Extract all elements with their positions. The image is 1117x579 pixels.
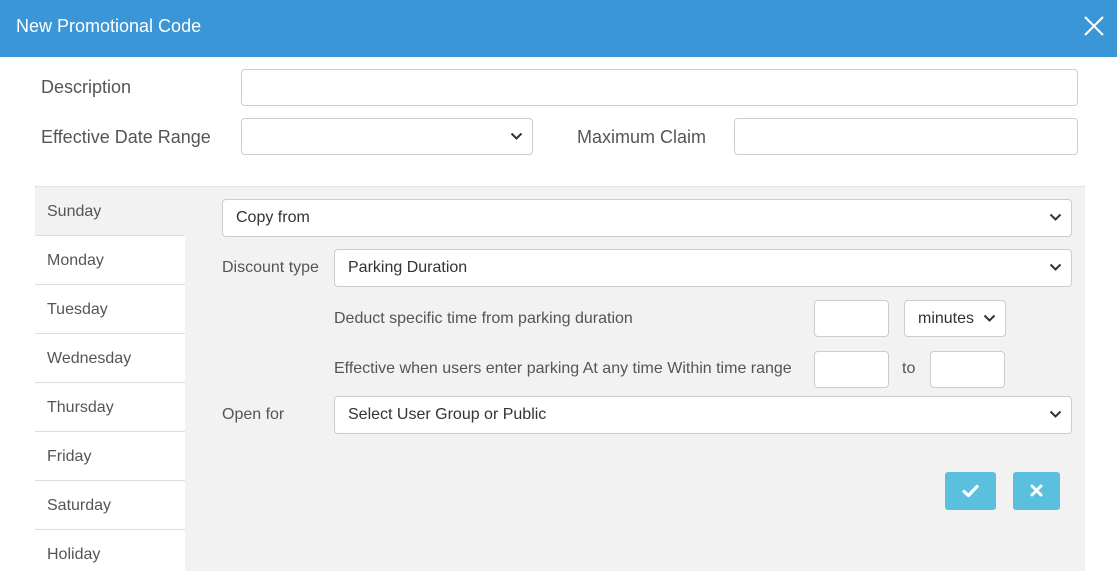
close-icon[interactable] (1082, 14, 1106, 38)
discount-type-label: Discount type (222, 259, 319, 276)
date-range-select[interactable] (241, 118, 533, 155)
day-tab-holiday[interactable]: Holiday (35, 530, 185, 579)
dialog-header: New Promotional Code (0, 0, 1117, 57)
day-tab-label: Thursday (47, 399, 114, 416)
day-tab-tuesday[interactable]: Tuesday (35, 285, 185, 334)
chevron-down-icon (1049, 410, 1062, 418)
day-tab-monday[interactable]: Monday (35, 236, 185, 285)
day-tab-saturday[interactable]: Saturday (35, 481, 185, 530)
open-for-select[interactable]: Select User Group or Public (334, 396, 1072, 434)
day-tab-label: Wednesday (47, 350, 132, 367)
copy-from-value: Copy from (236, 209, 310, 226)
day-tab-label: Saturday (47, 497, 112, 514)
time-range-to-label: to (902, 360, 916, 377)
day-tab-thursday[interactable]: Thursday (35, 383, 185, 432)
open-for-label: Open for (222, 406, 285, 423)
day-tab-label: Friday (47, 448, 92, 465)
cancel-button[interactable] (1013, 472, 1060, 510)
effective-label: Effective when users enter parking At an… (334, 360, 792, 377)
day-tab-wednesday[interactable]: Wednesday (35, 334, 185, 383)
max-claim-label: Maximum Claim (577, 127, 707, 147)
dialog-title: New Promotional Code (16, 16, 202, 36)
discount-type-select[interactable]: Parking Duration (334, 249, 1072, 287)
chevron-down-icon (510, 132, 523, 140)
day-tab-label: Tuesday (47, 301, 108, 318)
chevron-down-icon (1049, 213, 1062, 221)
times-icon (1030, 484, 1043, 497)
open-for-value: Select User Group or Public (348, 406, 547, 423)
day-tab-label: Holiday (47, 546, 101, 563)
date-range-label: Effective Date Range (41, 127, 211, 147)
time-range-from-input[interactable] (814, 351, 889, 388)
day-tab-label: Sunday (47, 203, 102, 220)
confirm-button[interactable] (945, 472, 996, 510)
time-range-to-input[interactable] (930, 351, 1005, 388)
schedule-panel (35, 186, 1085, 571)
copy-from-select[interactable]: Copy from (222, 199, 1072, 237)
description-label: Description (41, 77, 132, 97)
chevron-down-icon (1049, 263, 1062, 271)
time-unit-select[interactable]: minutes (904, 300, 1006, 337)
check-icon (962, 484, 979, 498)
deduct-label: Deduct specific time from parking durati… (334, 310, 633, 327)
day-tab-sunday[interactable]: Sunday (35, 187, 185, 236)
deduct-input[interactable] (814, 300, 889, 337)
day-tab-label: Monday (47, 252, 104, 269)
max-claim-input[interactable] (734, 118, 1078, 155)
chevron-down-icon (983, 314, 996, 322)
discount-type-value: Parking Duration (348, 259, 468, 276)
time-unit-value: minutes (918, 310, 975, 327)
day-tab-friday[interactable]: Friday (35, 432, 185, 481)
description-input[interactable] (241, 69, 1078, 106)
day-tabs: Sunday Monday Tuesday Wednesday Thursday… (35, 187, 185, 579)
